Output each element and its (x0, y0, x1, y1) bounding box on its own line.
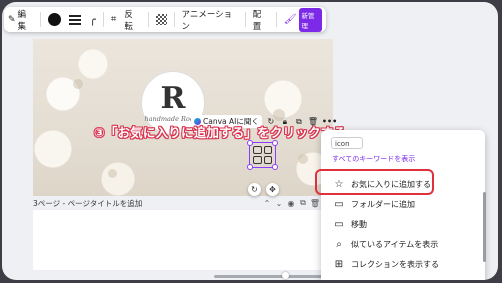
folder-icon: ▭ (334, 198, 344, 210)
crop-icon: ⌗ (110, 14, 117, 25)
menu-item-move[interactable]: ▭ 移動 (321, 214, 471, 234)
divider (102, 12, 104, 27)
corner-rounding-button[interactable]: ╭ (85, 7, 100, 32)
animation-label: アニメーション (181, 9, 233, 32)
arrange-button[interactable]: 配置 (249, 7, 273, 32)
collection-icon: ⊞ (334, 258, 344, 270)
line-weight-button[interactable] (65, 7, 85, 32)
instruction-annotation: ③「お気に入りに追加する」をクリックする (94, 125, 347, 140)
divider (40, 12, 42, 27)
flip-label: 反転 (124, 9, 133, 32)
menu-item-label: 似ているアイテムを表示 (351, 239, 439, 249)
zoom-slider-handle[interactable] (282, 272, 289, 279)
crop-button[interactable]: ⌗ (107, 7, 121, 32)
divider (244, 12, 246, 27)
grid-icon (253, 146, 272, 164)
delete-page-icon[interactable]: 🗑︎ (309, 199, 321, 208)
chevron-up-icon[interactable]: ⌃ (261, 199, 273, 208)
chevron-down-icon[interactable]: ⌄ (273, 199, 285, 208)
all-keywords-link[interactable]: すべてのキーワードを表示 (332, 154, 415, 164)
corner-icon: ╭ (89, 13, 96, 26)
paint-format-icon: 🖌 (283, 14, 297, 25)
search-icon: ⌕ (336, 238, 342, 250)
zoom-slider-track[interactable] (214, 275, 324, 278)
menu-item-label: 移動 (351, 219, 367, 229)
context-menu: icon すべてのキーワードを表示 ☆ お気に入りに追加する ▭ フォルダーに追… (321, 130, 485, 280)
menu-item-label: フォルダーに追加 (351, 199, 415, 209)
flip-button[interactable]: 反転 (120, 7, 144, 32)
new-badge: 新管理 (298, 7, 323, 32)
cotton-decoration (298, 154, 308, 164)
page-3-canvas[interactable] (33, 210, 333, 270)
animation-button[interactable]: アニメーション (178, 7, 242, 32)
page-title-label[interactable]: 3ページ - ページタイトルを追加 (33, 198, 142, 209)
editor-toolbar: ✎ 編集 ╭ ⌗ 反転 アニメーション 配置 🖌 新管理 (4, 7, 326, 32)
highlight-box (315, 169, 434, 195)
move-handle-icon[interactable]: ✥ (266, 183, 279, 196)
menu-scrollbar[interactable] (483, 192, 486, 262)
color-swatch-icon (48, 13, 62, 26)
edit-label: 編集 (17, 9, 27, 32)
line-weight-icon (69, 14, 82, 25)
menu-item-label: コレクションを表示する (351, 259, 439, 269)
transparency-button[interactable] (152, 7, 171, 32)
logo-letter: R (160, 80, 186, 116)
app-window: ✎ 編集 ╭ ⌗ 反転 アニメーション 配置 🖌 新管理 R handmade … (2, 2, 498, 280)
divider (173, 12, 175, 27)
transparency-icon (155, 14, 167, 25)
eye-icon[interactable]: ◉ (285, 199, 297, 208)
keyword-tag[interactable]: icon (331, 137, 363, 149)
cotton-decoration (108, 169, 117, 178)
page-header-row: 3ページ - ページタイトルを追加 ⌃ ⌄ ◉ ⧉ 🗑︎ ⊞ (33, 196, 333, 210)
duplicate-page-icon[interactable]: ⧉ (297, 198, 309, 208)
cotton-decoration (73, 79, 83, 89)
arrange-label: 配置 (252, 9, 262, 32)
divider (147, 12, 149, 27)
new-feature-button[interactable]: 🖌 新管理 (280, 7, 326, 32)
selected-element[interactable] (247, 140, 278, 170)
edit-button[interactable]: ✎ 編集 (4, 7, 37, 32)
menu-item-similar[interactable]: ⌕ 似ているアイテムを表示 (321, 234, 471, 254)
resize-handle[interactable] (272, 164, 278, 170)
resize-handle[interactable] (247, 164, 253, 170)
folder-move-icon: ▭ (334, 218, 344, 230)
menu-item-collection[interactable]: ⊞ コレクションを表示する (321, 254, 471, 274)
rotate-handle-icon[interactable]: ↻ (248, 183, 261, 196)
color-button[interactable] (44, 7, 65, 32)
edit-icon: ✎ (8, 14, 16, 25)
menu-item-add-folder[interactable]: ▭ フォルダーに追加 (321, 194, 471, 214)
divider (275, 12, 277, 27)
